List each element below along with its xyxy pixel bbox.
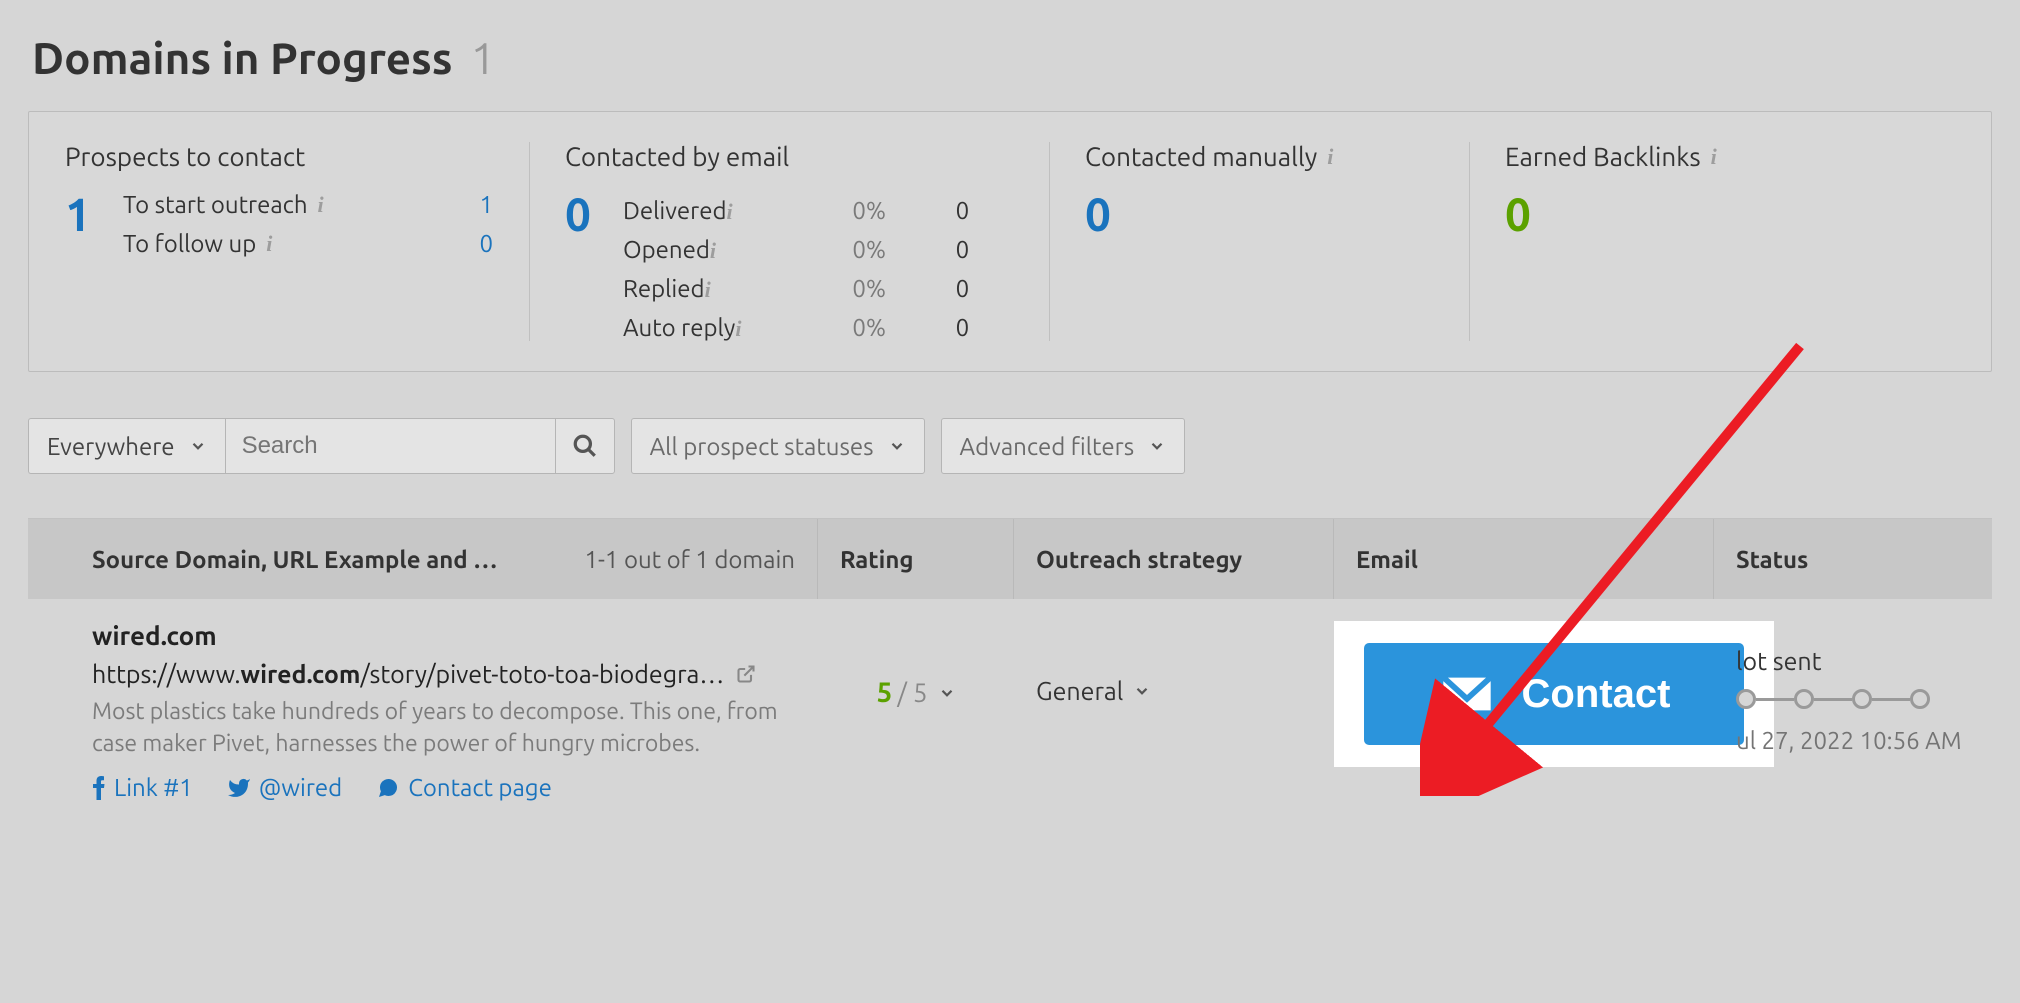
stats-opened-pct: 0% (852, 230, 955, 269)
page-title-row: Domains in Progress 1 (32, 34, 1992, 83)
stats-manual-total: 0 (1085, 191, 1433, 237)
th-rating: Rating (818, 519, 1014, 599)
info-icon[interactable]: i (1327, 146, 1333, 168)
stats-card: Prospects to contact 1 To start outreach… (28, 111, 1992, 372)
stats-replied-label: Replied (623, 275, 705, 302)
status-date: ul 27, 2022 10:56 AM (1736, 727, 1970, 754)
search-icon (572, 433, 598, 459)
stats-col-manual: Contacted manually i 0 (1049, 136, 1469, 347)
row-link-contact-page-label: Contact page (408, 774, 552, 801)
stats-start-outreach-label: To start outreach (123, 191, 308, 218)
stats-manual-label: Contacted manually (1085, 142, 1317, 171)
external-link-icon[interactable] (736, 664, 756, 684)
rating-dropdown[interactable]: 5 / 5 (876, 677, 955, 708)
mail-icon (1438, 672, 1496, 716)
search-input[interactable] (226, 432, 555, 460)
chevron-down-icon (1148, 437, 1166, 455)
status-filter-dropdown[interactable]: All prospect statuses (631, 418, 925, 474)
table-row: wired.com https://www.wired.com/story/pi… (28, 599, 1992, 801)
page-title-count: 1 (471, 34, 496, 83)
stats-email-total: 0 (565, 191, 591, 347)
stats-col-earned: Earned Backlinks i 0 (1469, 136, 1753, 347)
advanced-filters-dropdown[interactable]: Advanced filters (941, 418, 1186, 474)
info-icon[interactable]: i (266, 233, 272, 255)
stats-col-email: Contacted by email 0 Deliveredi 0% 0 Ope… (529, 136, 1049, 347)
strategy-label: General (1036, 677, 1123, 705)
stats-autoreply-val: 0 (956, 308, 1013, 347)
rating-value: 5 (876, 677, 892, 708)
row-links: Link #1 @wired Contact page (92, 774, 796, 801)
stats-prospects-label: Prospects to contact (65, 142, 493, 171)
filter-bar: Everywhere All prospect statuses Advance… (28, 418, 1992, 474)
stats-start-outreach-value: 1 (479, 191, 493, 218)
stats-follow-up-value: 0 (479, 230, 493, 257)
rating-of: / 5 (897, 678, 927, 707)
contact-button-label: Contact (1522, 672, 1671, 717)
info-icon[interactable]: i (1711, 146, 1717, 168)
stats-replied-pct: 0% (852, 269, 955, 308)
chevron-down-icon (189, 437, 207, 455)
info-icon[interactable]: i (727, 199, 733, 224)
row-link-1-label: Link #1 (114, 774, 193, 801)
chevron-down-icon (888, 437, 906, 455)
contact-button-highlight: Contact (1334, 621, 1774, 767)
th-summary: 1-1 out of 1 domain (584, 546, 795, 573)
domains-table: Source Domain, URL Example and … 1-1 out… (28, 518, 1992, 801)
stats-email-label: Contacted by email (565, 142, 1013, 171)
info-icon[interactable]: i (705, 277, 711, 302)
table-header: Source Domain, URL Example and … 1-1 out… (28, 519, 1992, 599)
stats-autoreply-label: Auto reply (623, 314, 735, 341)
info-icon[interactable]: i (318, 194, 324, 216)
row-link-1[interactable]: Link #1 (92, 774, 193, 801)
scope-dropdown[interactable]: Everywhere (28, 418, 225, 474)
row-url-bold: wired.com (241, 660, 361, 688)
search-button[interactable] (555, 418, 615, 474)
row-description: Most plastics take hundreds of years to … (92, 696, 782, 760)
row-link-contact-page[interactable]: Contact page (376, 774, 552, 801)
stats-follow-up-label: To follow up (123, 230, 256, 257)
row-domain[interactable]: wired.com (92, 621, 796, 650)
stats-replied-val: 0 (956, 269, 1013, 308)
status-filter-label: All prospect statuses (650, 433, 874, 460)
stats-prospects-total: 1 (65, 191, 91, 269)
chevron-down-icon (1133, 682, 1151, 700)
comment-icon (376, 776, 400, 800)
row-link-twitter[interactable]: @wired (227, 774, 342, 801)
stats-delivered-pct: 0% (852, 191, 955, 230)
info-icon[interactable]: i (710, 238, 716, 263)
stats-earned-label: Earned Backlinks (1505, 142, 1701, 171)
th-strategy: Outreach strategy (1014, 519, 1334, 599)
stats-earned-total: 0 (1505, 191, 1717, 237)
twitter-icon (227, 776, 251, 800)
facebook-icon (92, 776, 106, 800)
row-url-rest: /story/pivet-toto-toa-biodegra… (360, 660, 724, 688)
stats-col-prospects: Prospects to contact 1 To start outreach… (29, 136, 529, 347)
th-status: Status (1714, 519, 1992, 599)
info-icon[interactable]: i (735, 316, 741, 341)
chevron-down-icon (938, 684, 956, 702)
stats-delivered-label: Delivered (623, 197, 727, 224)
stats-autoreply-pct: 0% (852, 308, 955, 347)
stats-opened-val: 0 (956, 230, 1013, 269)
th-email: Email (1334, 519, 1714, 599)
row-url-prefix: https://www. (92, 660, 241, 688)
advanced-filters-label: Advanced filters (960, 433, 1135, 460)
page-title: Domains in Progress (32, 34, 453, 83)
search-input-wrap[interactable] (225, 418, 555, 474)
row-link-twitter-label: @wired (259, 774, 342, 801)
status-progress-dots (1736, 689, 1970, 709)
stats-opened-label: Opened (623, 236, 710, 263)
scope-dropdown-label: Everywhere (47, 433, 175, 460)
status-label: lot sent (1736, 647, 1970, 675)
contact-button[interactable]: Contact (1364, 643, 1744, 745)
row-url[interactable]: https://www.wired.com/story/pivet-toto-t… (92, 660, 796, 688)
strategy-dropdown[interactable]: General (1036, 677, 1151, 705)
stats-delivered-val: 0 (956, 191, 1013, 230)
th-source: Source Domain, URL Example and … (92, 546, 497, 573)
